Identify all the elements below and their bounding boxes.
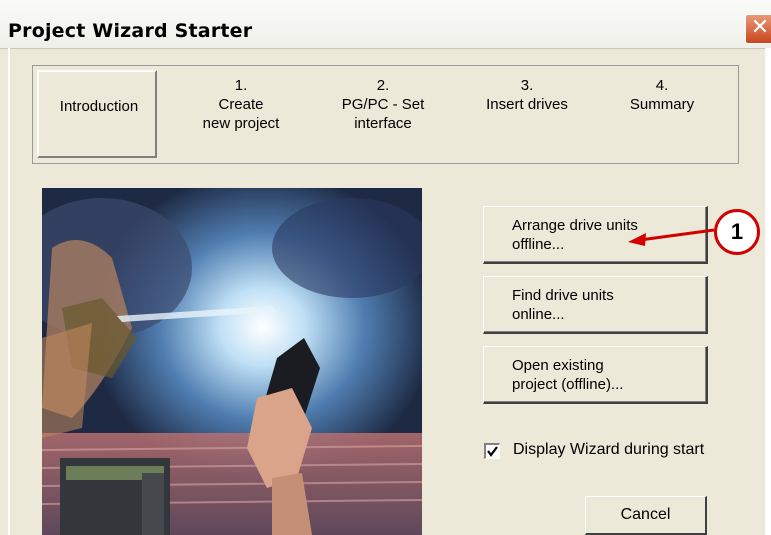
callout-number-badge: 1: [714, 209, 760, 255]
project-wizard-window: Project Wizard Starter ✕ Introduction 1.…: [0, 0, 771, 535]
callout-arrow: [628, 228, 715, 246]
